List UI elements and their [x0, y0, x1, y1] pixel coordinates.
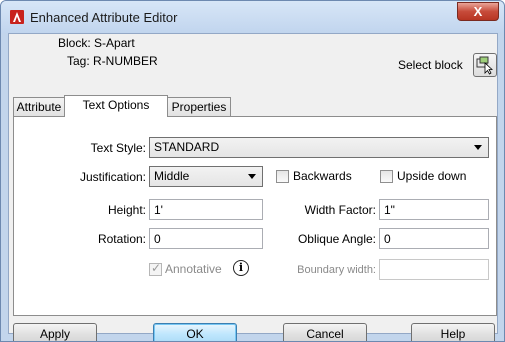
- tab-attribute[interactable]: Attribute: [13, 97, 65, 116]
- height-field[interactable]: [149, 199, 263, 220]
- rotation-label: Rotation:: [97, 232, 146, 246]
- justification-label: Justification:: [79, 170, 146, 184]
- text-options-panel: Text Style: STANDARD Justification: Midd…: [13, 116, 497, 316]
- tab-text-options[interactable]: Text Options: [64, 95, 168, 117]
- text-style-label: Text Style:: [90, 141, 146, 155]
- backwards-checkbox[interactable]: [276, 170, 289, 183]
- apply-button[interactable]: Apply: [13, 323, 97, 341]
- close-button[interactable]: X: [457, 2, 499, 21]
- width-factor-field[interactable]: [379, 199, 489, 220]
- width-factor-label: Width Factor:: [304, 203, 376, 217]
- upside-down-label: Upside down: [397, 169, 467, 183]
- cancel-button[interactable]: Cancel: [283, 323, 367, 341]
- text-style-dropdown[interactable]: STANDARD: [149, 137, 489, 158]
- select-block-label: Select block: [398, 58, 463, 72]
- ok-button[interactable]: OK: [153, 323, 237, 341]
- annotative-label: Annotative: [165, 262, 222, 276]
- tab-properties[interactable]: Properties: [167, 97, 231, 116]
- upside-down-checkbox[interactable]: [380, 170, 393, 183]
- justification-value: Middle: [154, 169, 190, 183]
- checkmark-icon: ✓: [151, 261, 162, 275]
- select-objects-icon: [476, 56, 494, 75]
- backwards-label: Backwards: [293, 169, 352, 183]
- select-block-button[interactable]: [473, 53, 497, 77]
- oblique-angle-field[interactable]: [379, 228, 489, 249]
- title-bar[interactable]: Enhanced Attribute Editor X: [1, 1, 504, 33]
- tag-name-label: Tag: R-NUMBER: [67, 54, 158, 68]
- window-title: Enhanced Attribute Editor: [30, 10, 178, 25]
- chevron-down-icon: [248, 174, 256, 179]
- text-style-value: STANDARD: [154, 140, 220, 154]
- boundary-width-label: Boundary width:: [297, 264, 376, 276]
- oblique-angle-label: Oblique Angle:: [297, 232, 376, 246]
- dialog-client-area: Block: S-Apart Tag: R-NUMBER Select bloc…: [8, 33, 498, 341]
- rotation-field[interactable]: [149, 228, 263, 249]
- block-name-label: Block: S-Apart: [58, 36, 135, 50]
- info-icon[interactable]: i: [233, 260, 249, 276]
- justification-dropdown[interactable]: Middle: [149, 166, 263, 187]
- boundary-width-field[interactable]: [379, 259, 489, 280]
- help-button[interactable]: Help: [411, 323, 495, 341]
- chevron-down-icon: [474, 145, 482, 150]
- height-label: Height:: [107, 203, 146, 217]
- annotative-checkbox[interactable]: ✓: [149, 261, 162, 276]
- dialog-window: Enhanced Attribute Editor X Block: S-Apa…: [0, 0, 505, 342]
- autocad-logo-icon: [10, 10, 24, 24]
